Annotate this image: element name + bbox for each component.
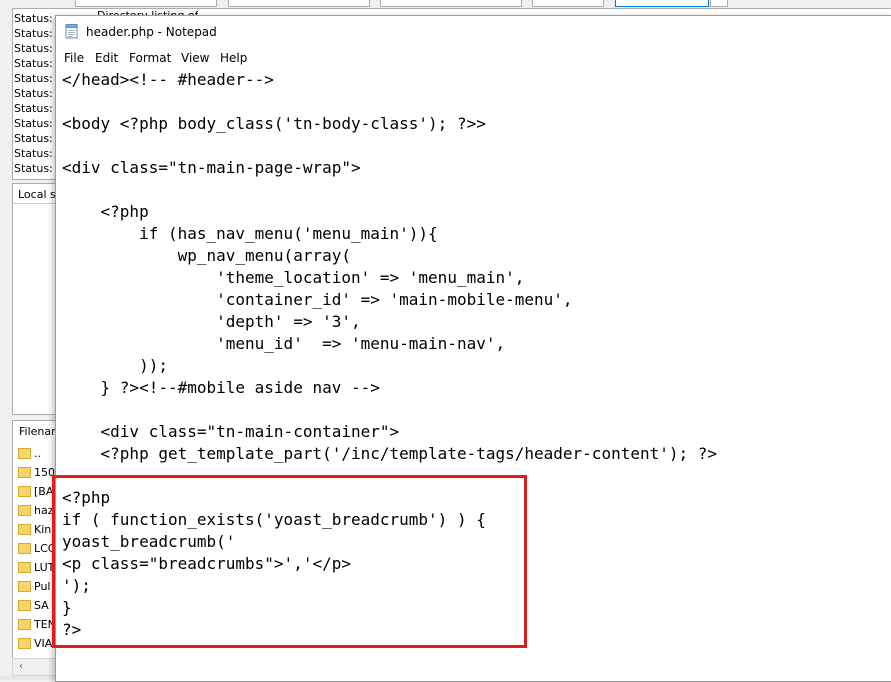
folder-icon <box>18 505 31 516</box>
code-line: <?php get_template_part('/inc/template-t… <box>62 444 718 463</box>
folder-icon <box>18 638 31 649</box>
folder-icon <box>18 619 31 630</box>
status-label: Status: <box>14 87 53 100</box>
divider <box>13 203 57 204</box>
code-line: <?php <box>62 202 149 221</box>
file-name: .. <box>34 447 41 460</box>
folder-icon <box>18 524 31 535</box>
local-site-label: Local s <box>18 188 56 201</box>
username-field[interactable] <box>228 0 370 7</box>
folder-icon <box>18 600 31 611</box>
status-label: Status: <box>14 162 53 175</box>
folder-icon <box>18 543 31 554</box>
status-label: Status: <box>14 27 53 40</box>
file-name: Kin <box>34 523 52 536</box>
scroll-left-arrow-icon[interactable]: ‹ <box>13 659 29 675</box>
file-row[interactable]: .. <box>18 445 41 463</box>
password-field[interactable] <box>380 0 522 7</box>
file-row[interactable]: [BA <box>18 483 53 501</box>
code-line: <div class="tn-main-container"> <box>62 422 400 441</box>
file-row[interactable]: Pul <box>18 578 50 596</box>
quickconnect-dropdown[interactable] <box>710 0 728 7</box>
menu-bar: File Edit Format View Help <box>56 47 891 69</box>
file-row[interactable]: LUT <box>18 559 54 577</box>
status-label: Status: <box>14 12 53 25</box>
file-name: Pul <box>34 580 51 593</box>
quickconnect-button[interactable] <box>615 0 709 7</box>
local-site-panel[interactable]: Local s <box>12 183 58 415</box>
status-label: Status: <box>14 147 53 160</box>
file-row[interactable]: 150 <box>18 464 55 482</box>
file-name: haz <box>34 504 54 517</box>
port-field[interactable] <box>532 0 604 7</box>
code-line: <div class="tn-main-page-wrap"> <box>62 158 361 177</box>
file-row[interactable]: Kin <box>18 521 51 539</box>
code-line: if (has_nav_menu('menu_main')){ <box>62 224 438 243</box>
code-line: 'theme_location' => 'menu_main', <box>62 268 525 287</box>
host-field[interactable] <box>75 0 217 7</box>
file-row[interactable]: LCC <box>18 540 56 558</box>
code-line: 'menu_id' => 'menu-main-nav', <box>62 334 506 353</box>
notepad-icon <box>65 24 78 39</box>
code-line: )); <box>62 356 168 375</box>
file-row[interactable]: SA <box>18 597 49 615</box>
file-name: SA <box>34 599 49 612</box>
status-label: Status: <box>14 57 53 70</box>
status-label: Status: <box>14 42 53 55</box>
code-line: } ?><!--#mobile aside nav --> <box>62 378 380 397</box>
folder-icon <box>18 562 31 573</box>
menu-edit[interactable]: Edit <box>92 51 121 65</box>
title-bar[interactable]: header.php - Notepad <box>56 16 891 46</box>
status-label: Status: <box>14 132 53 145</box>
window-title: header.php - Notepad <box>86 25 217 39</box>
file-name: [BA <box>34 485 54 498</box>
code-line: 'depth' => '3', <box>62 312 361 331</box>
status-label: Status: <box>14 117 53 130</box>
toolbar-strip <box>0 0 891 7</box>
folder-icon <box>18 581 31 592</box>
menu-help[interactable]: Help <box>217 51 250 65</box>
highlight-annotation-box <box>52 475 527 648</box>
status-label: Status: <box>14 72 53 85</box>
filename-column-header[interactable]: Filenar <box>19 425 56 438</box>
folder-icon <box>18 486 31 497</box>
folder-icon <box>18 467 31 478</box>
folder-icon <box>18 448 31 459</box>
status-label: Status: <box>14 102 53 115</box>
code-line: wp_nav_menu(array( <box>62 246 351 265</box>
menu-format[interactable]: Format <box>126 51 174 65</box>
code-line: <body <?php body_class('tn-body-class');… <box>62 114 486 133</box>
file-row[interactable]: VIA <box>18 635 52 653</box>
file-row[interactable]: TEN <box>18 616 56 634</box>
file-row[interactable]: haz <box>18 502 54 520</box>
code-line: 'container_id' => 'main-mobile-menu', <box>62 290 573 309</box>
file-name: VIA <box>34 637 53 650</box>
code-line: </head><!-- #header--> <box>62 70 274 89</box>
menu-view[interactable]: View <box>178 51 212 65</box>
menu-file[interactable]: File <box>61 51 87 65</box>
